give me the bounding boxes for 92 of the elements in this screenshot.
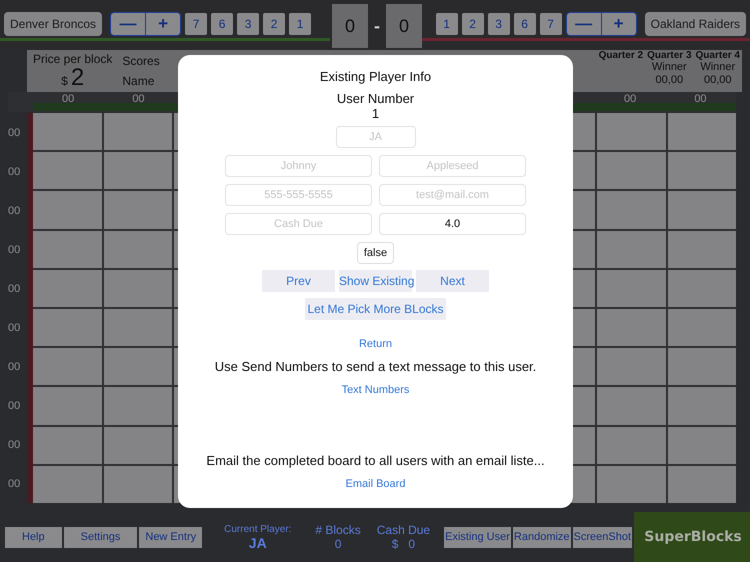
score-stepper[interactable]: — +: [110, 12, 182, 36]
column-header: 00: [693, 93, 708, 105]
row-header: 00: [8, 204, 22, 218]
toolbar-button[interactable]: Randomize: [512, 526, 571, 548]
toolbar-button[interactable]: Help: [5, 526, 62, 548]
grid-square[interactable]: [668, 230, 736, 268]
column-header: 00: [131, 93, 146, 105]
input-field[interactable]: Appleseed: [379, 155, 526, 177]
column-header: 00: [61, 93, 76, 105]
row-header: 00: [8, 476, 22, 492]
nav-button[interactable]: Prev: [262, 270, 335, 292]
current-player-value: JA: [248, 534, 267, 550]
row-header: 00: [8, 126, 22, 140]
email-hint: Email the completed board to all users with an email liste...: [206, 453, 545, 468]
grid-square[interactable]: [668, 152, 736, 190]
nav-button[interactable]: Show Existing: [339, 270, 412, 292]
quarter-title: Quarter 3: [647, 50, 692, 61]
current-player-label: Current Player:: [224, 524, 292, 534]
grid-square[interactable]: [104, 152, 172, 190]
price-label: Price per block: [33, 52, 112, 66]
price-value: 2: [70, 66, 84, 90]
grid-square[interactable]: [104, 230, 172, 268]
row-header: 00: [8, 438, 22, 452]
score-add-button[interactable]: 2: [462, 13, 484, 35]
input-field[interactable]: Cash Due: [225, 213, 372, 235]
quarter-title: Quarter 2: [598, 50, 644, 61]
dialog-title: Existing Player Info: [320, 69, 432, 84]
score-add-button[interactable]: 2: [263, 13, 286, 35]
user-number-value: 1: [372, 106, 380, 121]
input-field[interactable]: Johnny: [225, 155, 372, 177]
winner-score: 00,00: [656, 74, 684, 87]
score-add-button[interactable]: 1: [289, 13, 312, 35]
text-numbers-link[interactable]: Text Numbers: [342, 384, 410, 396]
flag-value: false: [356, 242, 394, 264]
blocks-value: 0: [334, 537, 342, 551]
score-add-button[interactable]: 6: [211, 13, 234, 35]
cash-due-label: Cash Due: [376, 523, 430, 537]
row-header: 00: [8, 282, 22, 296]
row-header: 00: [8, 242, 22, 258]
score-add-button[interactable]: 7: [540, 13, 562, 35]
text-hint: Use Send Numbers to send a text message to this user.: [214, 359, 536, 374]
score-add-button[interactable]: 3: [488, 13, 510, 35]
input-field[interactable]: 4.0: [379, 213, 526, 235]
score-stepper[interactable]: — +: [566, 12, 637, 36]
quarter-title: Quarter 4: [696, 50, 740, 61]
row-header: 00: [8, 320, 22, 336]
grid-square[interactable]: [104, 270, 172, 307]
grid-square[interactable]: [104, 309, 172, 346]
grid-square[interactable]: [668, 426, 736, 464]
score-add-button[interactable]: 7: [185, 13, 208, 35]
grid-square[interactable]: [668, 348, 736, 386]
toolbar-button[interactable]: ScreenShot: [572, 526, 632, 548]
grid-square[interactable]: [668, 113, 736, 150]
blocks-label: # Blocks: [315, 523, 361, 537]
input-field[interactable]: 555-555-5555: [225, 184, 372, 206]
grid-square[interactable]: [668, 270, 736, 307]
winner-label: Winner: [700, 61, 736, 74]
input-field[interactable]: test@mail.com: [379, 184, 526, 206]
grid-square[interactable]: [668, 466, 736, 503]
score-add-button[interactable]: 3: [237, 13, 260, 35]
return-link[interactable]: Return: [358, 338, 392, 350]
toolbar-button[interactable]: Existing User: [444, 526, 511, 548]
team-name-button[interactable]: Oakland Raiders: [644, 12, 746, 36]
team-name-button[interactable]: Denver Broncos: [4, 12, 102, 36]
currency-sign: $: [61, 74, 68, 88]
grid-square[interactable]: [104, 466, 172, 503]
row-header: 00: [8, 164, 22, 180]
toggle-label: Name: [122, 74, 156, 88]
user-number-label: User Number: [336, 91, 414, 106]
grid-square[interactable]: [104, 113, 172, 150]
toolbar-button[interactable]: New Entry: [139, 526, 202, 548]
nav-button[interactable]: Next: [416, 270, 489, 292]
row-header: 00: [8, 398, 22, 414]
winner-label: Winner: [652, 61, 687, 74]
pick-blocks-button[interactable]: Let Me Pick More BLocks: [305, 298, 446, 320]
input-field[interactable]: JA: [336, 126, 416, 148]
email-board-link[interactable]: Email Board: [346, 478, 406, 490]
score-separator: -: [374, 16, 380, 36]
home-score: 0: [332, 4, 368, 48]
grid-square[interactable]: [104, 348, 172, 386]
score-add-button[interactable]: 1: [436, 13, 458, 35]
cash-due-value: $ 0: [392, 537, 416, 551]
column-header: 00: [623, 93, 638, 105]
toolbar-button[interactable]: Settings: [64, 526, 138, 548]
app-logo: SuperBlocks: [634, 512, 750, 562]
grid-square[interactable]: [668, 309, 736, 346]
toggle-label: Scores: [122, 54, 160, 68]
score-add-button[interactable]: 6: [514, 13, 536, 35]
winner-score: 00,00: [704, 74, 732, 87]
away-score: 0: [386, 4, 422, 48]
grid-square[interactable]: [104, 426, 172, 464]
row-header: 00: [8, 360, 22, 374]
